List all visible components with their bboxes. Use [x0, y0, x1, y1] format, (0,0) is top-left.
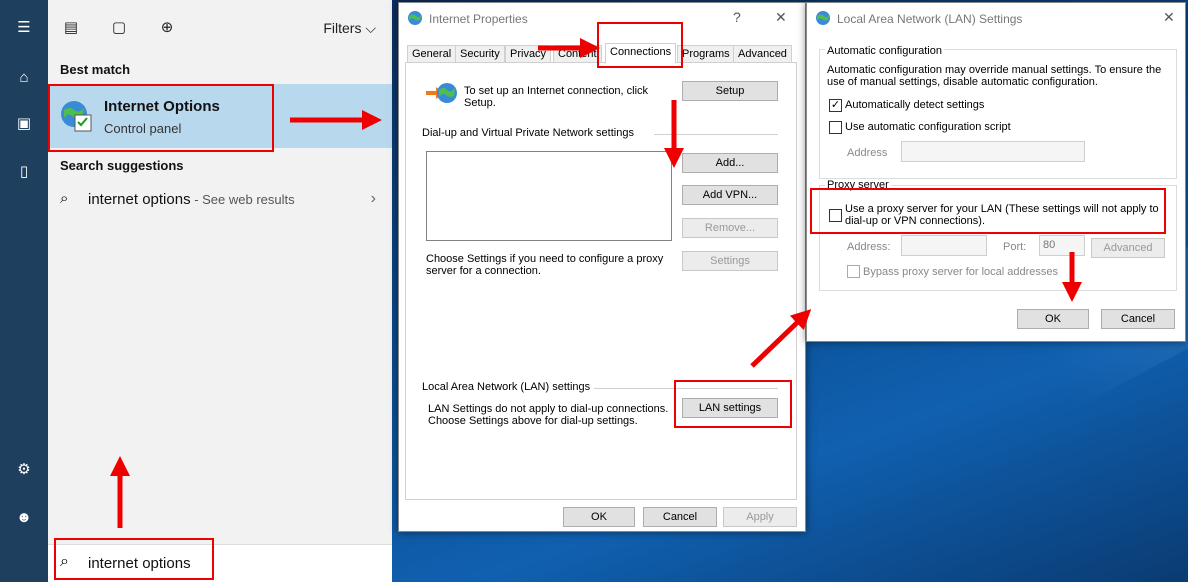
connections-list[interactable]	[426, 151, 672, 241]
script-address-input[interactable]	[901, 141, 1085, 162]
port-label: Port:	[1003, 241, 1027, 253]
auto-config-text: Automatic configuration may override man…	[827, 64, 1162, 88]
remove-button[interactable]: Remove...	[682, 218, 778, 238]
feedback-icon[interactable]: ☻	[14, 508, 34, 528]
internet-properties-dialog: Internet Properties ? ✕ General Security…	[398, 2, 806, 532]
connections-tab-panel: To set up an Internet connection, click …	[405, 62, 797, 500]
close-button[interactable]: ✕	[1163, 9, 1175, 26]
divider	[654, 134, 778, 135]
highlight-search-box	[54, 538, 214, 580]
close-button[interactable]: ✕	[775, 9, 787, 26]
settings-text: Choose Settings if you need to configure…	[426, 253, 664, 277]
highlight-lan-settings	[674, 380, 792, 428]
setup-text: To set up an Internet connection, click …	[464, 85, 649, 109]
tab-connections[interactable]: Connections	[605, 43, 677, 64]
connection-wizard-icon	[426, 83, 457, 103]
add-button[interactable]: Add...	[682, 153, 778, 173]
vpn-heading: Dial-up and Virtual Private Network sett…	[422, 127, 634, 139]
ok-button[interactable]: OK	[1017, 309, 1089, 329]
address-label: Address	[847, 147, 888, 159]
chevron-down-icon: ⌵	[365, 20, 376, 36]
tab-advanced[interactable]: Advanced	[733, 45, 792, 63]
auto-script-label: Use automatic configuration script	[845, 121, 1011, 133]
start-rail: ☰ ⌂ ▣ ▯ ⚙ ☻	[0, 0, 48, 582]
dialog-title: Internet Properties	[429, 12, 528, 26]
suggestion-suffix: - See web results	[190, 192, 295, 207]
notebook-icon[interactable]: ▣	[14, 114, 34, 134]
lan-titlebar: Local Area Network (LAN) Settings ✕	[807, 3, 1185, 33]
filters-dropdown[interactable]: Filters ⌵	[323, 20, 376, 37]
lan-settings-dialog: Local Area Network (LAN) Settings ✕ Auto…	[806, 2, 1186, 342]
cancel-button[interactable]: Cancel	[643, 507, 717, 527]
port-input[interactable]: 80	[1039, 235, 1085, 256]
ok-button[interactable]: OK	[563, 507, 635, 527]
search-topbar: ▤ ▢ ⊕ Filters ⌵	[48, 0, 392, 58]
best-match-heading: Best match	[60, 62, 131, 77]
tab-security[interactable]: Security	[455, 45, 505, 63]
lan-heading: Local Area Network (LAN) settings	[422, 381, 591, 393]
web-suggestion-item[interactable]: ⌕ internet options - See web results ›	[48, 186, 392, 216]
settings-gear-icon[interactable]: ⚙	[14, 460, 34, 480]
globe-icon	[408, 11, 422, 25]
chevron-right-icon: ›	[370, 190, 376, 207]
highlight-best-match	[48, 84, 274, 152]
proxy-address-input[interactable]	[901, 235, 987, 256]
lan-dialog-title: Local Area Network (LAN) Settings	[837, 12, 1023, 26]
hamburger-menu-icon[interactable]: ☰	[14, 18, 34, 38]
suggestion-query: internet options	[88, 191, 191, 208]
lan-text: LAN Settings do not apply to dial-up con…	[428, 403, 669, 427]
cancel-button[interactable]: Cancel	[1101, 309, 1175, 329]
globe-icon	[816, 11, 830, 25]
tab-content[interactable]: Content	[553, 45, 602, 63]
auto-detect-label: Automatically detect settings	[845, 99, 985, 111]
setup-button[interactable]: Setup	[682, 81, 778, 101]
search-suggestions-heading: Search suggestions	[60, 158, 184, 173]
search-icon: ⌕	[60, 190, 69, 207]
bypass-checkbox[interactable]	[847, 265, 860, 278]
tower-icon[interactable]: ▯	[14, 162, 34, 182]
bypass-label: Bypass proxy server for local addresses	[863, 266, 1059, 278]
tab-privacy[interactable]: Privacy	[505, 45, 552, 63]
highlight-use-proxy	[810, 188, 1166, 234]
auto-detect-checkbox[interactable]: ✓	[829, 99, 842, 112]
web-globe-icon[interactable]: ⊕	[158, 19, 176, 37]
add-vpn-button[interactable]: Add VPN...	[682, 185, 778, 205]
settings-button[interactable]: Settings	[682, 251, 778, 271]
help-button[interactable]: ?	[733, 9, 741, 25]
apply-button[interactable]: Apply	[723, 507, 797, 527]
apps-icon[interactable]: ▤	[62, 19, 80, 37]
auto-config-heading: Automatic configuration	[825, 45, 944, 57]
documents-icon[interactable]: ▢	[110, 19, 128, 37]
tab-general[interactable]: General	[407, 45, 457, 63]
advanced-button[interactable]: Advanced	[1091, 238, 1165, 258]
home-icon[interactable]: ⌂	[14, 68, 34, 88]
auto-script-checkbox[interactable]	[829, 121, 842, 134]
proxy-address-label: Address:	[847, 241, 891, 253]
tab-programs[interactable]: Programs	[677, 45, 735, 63]
